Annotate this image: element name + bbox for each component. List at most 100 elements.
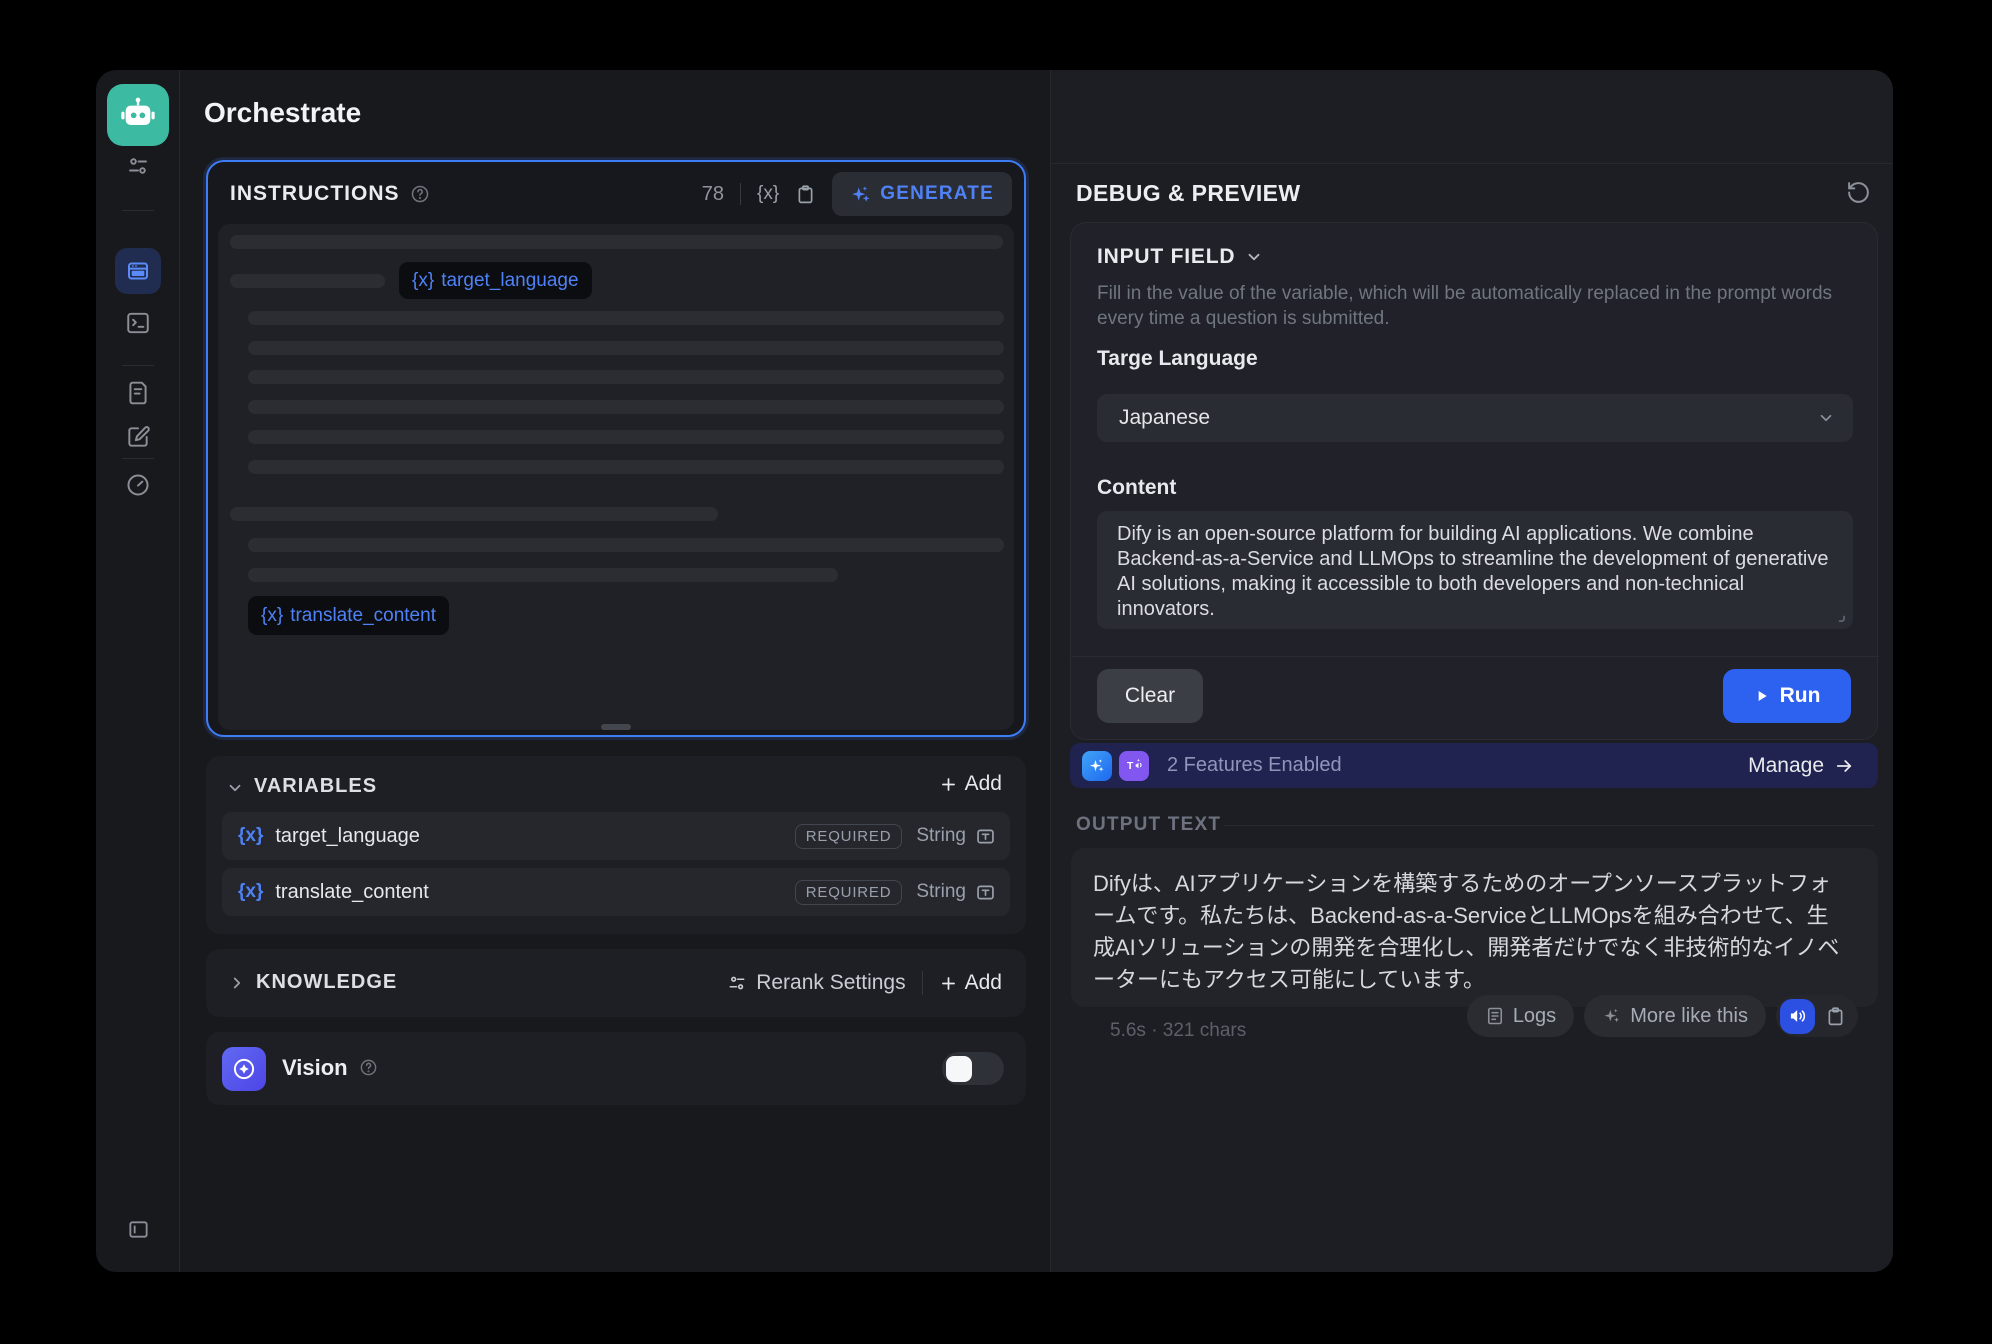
textarea-resize-icon (1833, 610, 1847, 624)
audio-button-group (1776, 995, 1858, 1037)
chevron-down-icon[interactable] (226, 779, 244, 797)
help-icon[interactable] (359, 1058, 378, 1077)
sidebar (96, 70, 180, 1272)
variable-type: String (916, 825, 966, 847)
insert-variable-icon[interactable]: {x} (757, 183, 779, 205)
manage-label: Manage (1748, 754, 1824, 778)
content-textarea[interactable]: Dify is an open-source platform for buil… (1097, 511, 1853, 629)
run-button[interactable]: Run (1723, 669, 1851, 723)
rerank-icon (727, 973, 747, 993)
skeleton-bar (248, 311, 1004, 325)
copy-output-icon[interactable] (1825, 1006, 1846, 1027)
reset-icon[interactable] (1846, 180, 1871, 205)
model-settings-icon[interactable] (126, 154, 150, 178)
string-type-icon (975, 826, 996, 847)
variable-type: String (916, 881, 966, 903)
moderation-feature-icon (1082, 751, 1112, 781)
add-variable-button[interactable]: Add (939, 772, 1002, 796)
generate-label: GENERATE (880, 183, 994, 205)
output-text: Difyは、AIアプリケーションを構築するためのオープンソースプラットフォームで… (1093, 868, 1845, 996)
knowledge-section: KNOWLEDGE Rerank Settings Add (206, 949, 1026, 1017)
more-like-this-button[interactable]: More like this (1584, 995, 1766, 1037)
plus-icon (939, 775, 958, 794)
sidebar-item-logs[interactable] (125, 380, 151, 406)
variable-icon: {x} (238, 881, 263, 903)
header-divider (740, 183, 741, 205)
resize-handle[interactable] (601, 724, 631, 730)
speaker-button[interactable] (1780, 999, 1815, 1034)
chevron-down-icon[interactable] (1245, 248, 1263, 266)
variable-row[interactable]: {x} translate_content REQUIRED String (222, 868, 1010, 916)
clear-button[interactable]: Clear (1097, 669, 1203, 723)
variable-chip[interactable]: {x} target_language (399, 262, 592, 299)
skeleton-bar (230, 235, 1003, 249)
variable-icon: {x} (238, 825, 263, 847)
output-section-line (1224, 825, 1874, 826)
variable-chip-label: translate_content (290, 605, 436, 627)
skeleton-bar (248, 538, 1004, 552)
output-section-label: OUTPUT TEXT (1076, 814, 1221, 836)
content-label: Content (1097, 476, 1176, 500)
features-bar[interactable]: T 2 Features Enabled Manage (1070, 743, 1878, 788)
target-language-value: Japanese (1119, 406, 1210, 430)
collapse-sidebar-icon[interactable] (127, 1218, 150, 1241)
skeleton-bar (248, 370, 1004, 384)
sidebar-divider (122, 365, 154, 366)
app-logo[interactable] (107, 84, 169, 146)
more-like-this-label: More like this (1630, 1005, 1748, 1028)
variables-section: VARIABLES Add {x} target_language REQUIR… (206, 756, 1026, 934)
skeleton-bar (230, 507, 718, 521)
play-icon (1754, 688, 1770, 704)
generate-button[interactable]: GENERATE (832, 172, 1012, 216)
variable-chip[interactable]: {x} translate_content (248, 596, 449, 635)
char-count: 78 (702, 183, 724, 206)
sidebar-item-terminal[interactable] (125, 310, 151, 336)
toggle-knob (946, 1056, 972, 1082)
variable-row[interactable]: {x} target_language REQUIRED String (222, 812, 1010, 860)
help-icon[interactable] (410, 184, 430, 204)
add-knowledge-button[interactable]: Add (939, 971, 1002, 995)
variable-icon: {x} (261, 605, 283, 627)
orchestrate-window-icon (126, 259, 150, 283)
skeleton-bar (248, 568, 838, 582)
variables-title: VARIABLES (254, 775, 377, 798)
vision-toggle[interactable] (942, 1052, 1004, 1085)
copy-icon[interactable] (795, 184, 816, 205)
topbar-bottom-border (1051, 163, 1893, 164)
input-field-title: INPUT FIELD (1097, 245, 1235, 269)
clear-label: Clear (1125, 684, 1175, 708)
knowledge-title: KNOWLEDGE (256, 971, 397, 994)
target-language-select[interactable]: Japanese (1097, 394, 1853, 442)
tts-feature-icon: T (1119, 751, 1149, 781)
robot-icon (118, 95, 158, 135)
sidebar-item-monitoring[interactable] (125, 472, 151, 498)
instructions-panel: INSTRUCTIONS 78 {x} (206, 160, 1026, 737)
instructions-title: INSTRUCTIONS (230, 182, 400, 206)
plus-icon (939, 974, 958, 993)
skeleton-bar (248, 460, 1004, 474)
chevron-right-icon[interactable] (228, 974, 246, 992)
skeleton-bar (230, 274, 385, 288)
rerank-settings-button[interactable]: Rerank Settings (727, 971, 905, 995)
logs-button[interactable]: Logs (1467, 995, 1574, 1037)
sidebar-item-annotation[interactable] (125, 424, 151, 450)
divider (922, 971, 923, 995)
skeleton-bar (248, 341, 1004, 355)
target-language-label: Targe Language (1097, 347, 1258, 371)
prompt-editor[interactable]: {x} target_language {x} translate_conten… (218, 224, 1014, 730)
run-label: Run (1780, 684, 1821, 708)
arrow-right-icon (1834, 756, 1854, 776)
sidebar-item-orchestrate[interactable] (115, 248, 161, 294)
input-field-card: INPUT FIELD Fill in the value of the var… (1070, 222, 1878, 740)
rerank-label: Rerank Settings (756, 971, 905, 995)
vision-feature-icon (222, 1047, 266, 1091)
input-field-description: Fill in the value of the variable, which… (1097, 281, 1849, 331)
app-window: Orchestrate ✻ GPT-4o CHAT (96, 70, 1893, 1272)
features-enabled-text: 2 Features Enabled (1167, 754, 1342, 777)
svg-text:T: T (1126, 761, 1133, 772)
content-value: Dify is an open-source platform for buil… (1117, 522, 1833, 622)
logs-label: Logs (1513, 1005, 1556, 1028)
skeleton-bar (248, 430, 1004, 444)
sidebar-divider (122, 458, 154, 459)
required-badge: REQUIRED (795, 824, 903, 849)
